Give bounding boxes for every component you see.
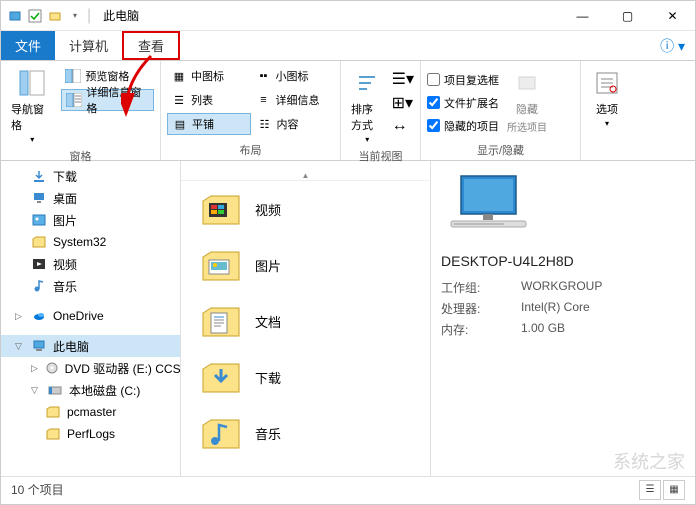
nav-pcmaster[interactable]: pcmaster <box>1 401 180 423</box>
folder-documents[interactable]: 文档 <box>181 293 430 349</box>
sort-button[interactable]: 排序方式 ▾ <box>347 65 388 146</box>
nav-localc[interactable]: ▽本地磁盘 (C:) <box>1 379 180 401</box>
content-button[interactable]: ☷内容 <box>253 113 335 135</box>
scroll-up-icon[interactable]: ▲ <box>181 171 430 181</box>
menubar: 文件 计算机 查看 ⓘ ▾ <box>1 31 695 61</box>
list-button[interactable]: ☰列表 <box>167 89 250 111</box>
folder-music[interactable]: 音乐 <box>181 405 430 461</box>
nav-perflogs[interactable]: PerfLogs <box>1 423 180 445</box>
workgroup-label: 工作组: <box>441 279 521 296</box>
nav-system32[interactable]: System32 <box>1 231 180 253</box>
cpu-label: 处理器: <box>441 300 521 317</box>
details-pane-label: 详细信息窗格 <box>86 84 149 116</box>
window-title: 此电脑 <box>103 7 139 24</box>
nav-pane-button[interactable]: 导航窗格 ▾ <box>7 65 57 146</box>
nav-videos[interactable]: 视频 <box>1 253 180 275</box>
group-showhide-label: 显示/隐藏 <box>427 140 574 158</box>
folder-label: 视频 <box>255 200 281 219</box>
item-checkboxes-check[interactable]: 项目复选框 <box>427 70 499 90</box>
details-view-button[interactable]: ≡详细信息 <box>252 89 335 111</box>
view-details-icon[interactable]: ☰ <box>639 480 661 500</box>
hidden-items-check[interactable]: 隐藏的项目 <box>427 116 499 136</box>
qat-checkbox-icon[interactable] <box>27 8 43 24</box>
folder-label: 文档 <box>255 312 281 331</box>
folder-list[interactable]: ▲ 视频 图片 文档 下载 音乐 <box>181 161 431 476</box>
folder-label: 音乐 <box>255 424 281 443</box>
titlebar: ▾ | 此电脑 — ▢ ✕ <box>1 1 695 31</box>
details-pane: DESKTOP-U4L2H8D 工作组:WORKGROUP 处理器:Intel(… <box>431 161 695 476</box>
qat-folder-icon[interactable] <box>47 8 63 24</box>
view-large-icon[interactable]: ▦ <box>663 480 685 500</box>
workgroup-value: WORKGROUP <box>521 279 602 296</box>
qat-dropdown-icon[interactable]: ▾ <box>67 8 83 24</box>
small-icons-button[interactable]: ▪▪小图标 <box>252 65 335 87</box>
folder-label: 图片 <box>255 256 281 275</box>
nav-desktop[interactable]: 桌面 <box>1 187 180 209</box>
ribbon: 导航窗格 ▾ 预览窗格 详细信息窗格 窗格 ▦中图标 ▪▪小图标 <box>1 61 695 161</box>
nav-downloads[interactable]: 下载 <box>1 165 180 187</box>
nav-pictures[interactable]: 图片 <box>1 209 180 231</box>
tab-computer[interactable]: 计算机 <box>55 31 122 60</box>
file-extensions-check[interactable]: 文件扩展名 <box>427 93 499 113</box>
item-count: 10 个项目 <box>11 481 64 498</box>
cpu-value: Intel(R) Core <box>521 300 590 317</box>
maximize-button[interactable]: ▢ <box>605 2 650 30</box>
navigation-pane[interactable]: 下载 桌面 图片 System32 视频 音乐 ▷OneDrive ▽此电脑 ▷… <box>1 161 181 476</box>
nav-thispc[interactable]: ▽此电脑 <box>1 335 180 357</box>
tab-file[interactable]: 文件 <box>1 31 55 60</box>
close-button[interactable]: ✕ <box>650 2 695 30</box>
nav-dvd[interactable]: ▷DVD 驱动器 (E:) CCSA_X64 <box>1 357 180 379</box>
medium-icons-button[interactable]: ▦中图标 <box>167 65 250 87</box>
computer-icon <box>441 171 685 241</box>
hide-selected-button[interactable]: 隐藏 所选项目 <box>503 65 551 140</box>
tiles-button[interactable]: ▤平铺 <box>167 113 251 135</box>
folder-videos[interactable]: 视频 <box>181 181 430 237</box>
window-icon <box>7 8 23 24</box>
addcol-icon[interactable]: ⊞▾ <box>392 93 414 113</box>
options-button[interactable]: 选项 ▾ <box>587 65 627 156</box>
folder-label: 下载 <box>255 368 281 387</box>
groupby-icon[interactable]: ☰▾ <box>392 69 414 89</box>
tab-view[interactable]: 查看 <box>122 31 180 60</box>
nav-pane-label: 导航窗格 <box>11 101 53 133</box>
nav-music[interactable]: 音乐 <box>1 275 180 297</box>
help-icon[interactable]: ⓘ ▾ <box>650 31 695 60</box>
preview-pane-label: 预览窗格 <box>85 68 129 84</box>
folder-downloads[interactable]: 下载 <box>181 349 430 405</box>
minimize-button[interactable]: — <box>560 2 605 30</box>
computer-name: DESKTOP-U4L2H8D <box>441 253 685 269</box>
mem-label: 内存: <box>441 321 521 338</box>
sizecol-icon[interactable]: ↔ <box>392 117 414 135</box>
details-pane-button[interactable]: 详细信息窗格 <box>61 89 154 111</box>
folder-pictures[interactable]: 图片 <box>181 237 430 293</box>
group-layout-label: 布局 <box>167 140 334 158</box>
content-area: 下载 桌面 图片 System32 视频 音乐 ▷OneDrive ▽此电脑 ▷… <box>1 161 695 476</box>
mem-value: 1.00 GB <box>521 321 565 338</box>
nav-onedrive[interactable]: ▷OneDrive <box>1 305 180 327</box>
statusbar: 10 个项目 ☰ ▦ <box>1 476 695 502</box>
